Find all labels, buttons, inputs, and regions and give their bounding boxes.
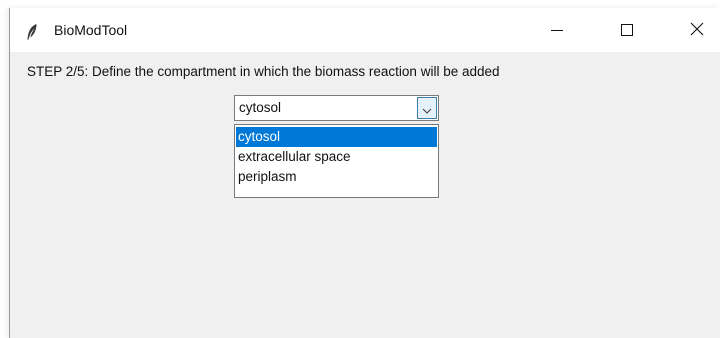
dropdown-option-periplasm[interactable]: periplasm	[236, 167, 437, 187]
maximize-button[interactable]	[604, 8, 650, 52]
title-bar[interactable]: BioModTool	[10, 8, 720, 52]
feather-icon	[25, 23, 39, 41]
window-title: BioModTool	[54, 22, 128, 38]
compartment-combobox[interactable]: cytosol	[234, 95, 439, 121]
minimize-icon	[551, 21, 563, 40]
dropdown-arrow-button[interactable]	[417, 97, 437, 119]
compartment-dropdown-list[interactable]: cytosol extracellular space periplasm	[234, 124, 439, 198]
dropdown-option-cytosol[interactable]: cytosol	[236, 127, 437, 147]
app-window: BioModTool STEP 2/5: Define the compartm…	[9, 8, 720, 338]
combobox-value[interactable]: cytosol	[239, 100, 281, 115]
close-icon	[690, 21, 704, 40]
chevron-down-icon	[422, 99, 432, 118]
close-button[interactable]	[674, 8, 720, 52]
step-instruction-label: STEP 2/5: Define the compartment in whic…	[27, 64, 500, 79]
window-content: STEP 2/5: Define the compartment in whic…	[10, 52, 720, 338]
minimize-button[interactable]	[534, 8, 580, 52]
dropdown-option-extracellular-space[interactable]: extracellular space	[236, 147, 437, 167]
maximize-icon	[621, 21, 633, 40]
